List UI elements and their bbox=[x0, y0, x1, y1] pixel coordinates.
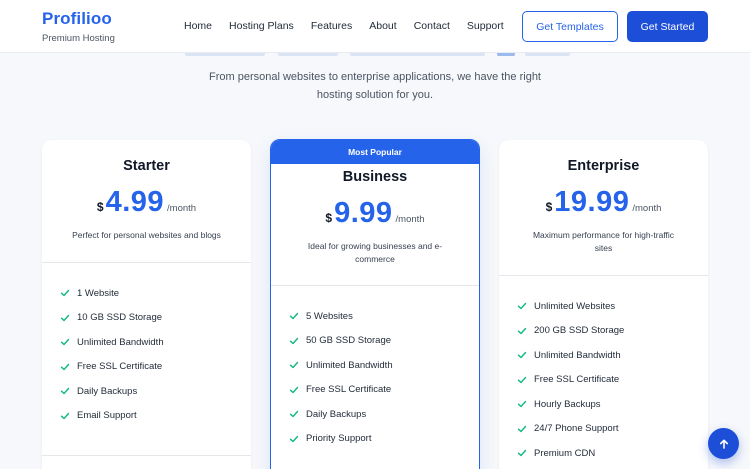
price-period: /month bbox=[632, 203, 662, 214]
check-icon bbox=[289, 337, 299, 344]
price-amount: 4.99 bbox=[105, 186, 165, 218]
check-icon bbox=[289, 362, 299, 369]
check-icon bbox=[289, 435, 299, 442]
feature-item: Hourly Backups bbox=[517, 392, 708, 417]
feature-item: 5 Websites bbox=[289, 304, 479, 329]
brand-tagline: Premium Hosting bbox=[42, 33, 115, 44]
feature-item: 50 GB SSD Storage bbox=[289, 329, 479, 354]
feature-item: 10 GB SSD Storage bbox=[60, 306, 251, 331]
price-period: /month bbox=[395, 214, 425, 225]
nav-features[interactable]: Features bbox=[311, 20, 352, 32]
feature-label: Priority Support bbox=[306, 433, 372, 445]
feature-item: 24/7 Phone Support bbox=[517, 417, 708, 442]
check-icon bbox=[517, 376, 527, 383]
feature-label: Unlimited Bandwidth bbox=[77, 336, 164, 348]
arrow-up-icon bbox=[719, 439, 728, 449]
brand[interactable]: Profilioo Premium Hosting bbox=[42, 9, 115, 44]
feature-label: Unlimited Websites bbox=[534, 300, 616, 312]
feature-label: 5 Websites bbox=[306, 310, 353, 322]
nav-about[interactable]: About bbox=[369, 20, 396, 32]
nav-home[interactable]: Home bbox=[184, 20, 212, 32]
feature-item: Free SSL Certificate bbox=[517, 368, 708, 393]
nav-hosting-plans[interactable]: Hosting Plans bbox=[229, 20, 294, 32]
feature-item: 1 Website bbox=[60, 281, 251, 306]
check-icon bbox=[517, 352, 527, 359]
currency-symbol: $ bbox=[96, 200, 104, 214]
plan-card-enterprise: Enterprise $ 19.99 /month Maximum perfor… bbox=[499, 140, 708, 469]
feature-item: Premium CDN bbox=[517, 441, 708, 466]
feature-label: Daily Backups bbox=[77, 385, 138, 397]
price-period: /month bbox=[167, 203, 197, 214]
price-amount: 9.99 bbox=[334, 197, 393, 229]
price: $ 4.99 /month bbox=[42, 186, 251, 219]
price: $ 9.99 /month bbox=[271, 197, 479, 230]
currency-symbol: $ bbox=[325, 211, 333, 225]
feature-item: Free SSL Certificate bbox=[289, 378, 479, 403]
check-icon bbox=[289, 386, 299, 393]
check-icon bbox=[60, 388, 70, 395]
price-amount: 19.99 bbox=[554, 186, 630, 218]
feature-item: Priority Support bbox=[289, 427, 479, 452]
check-icon bbox=[289, 313, 299, 320]
feature-label: Email Support bbox=[77, 410, 137, 422]
plan-description: Ideal for growing businesses and e-comme… bbox=[307, 241, 443, 264]
check-icon bbox=[60, 314, 70, 321]
feature-label: Daily Backups bbox=[306, 408, 367, 420]
plan-name: Business bbox=[342, 169, 408, 185]
feature-label: 50 GB SSD Storage bbox=[306, 335, 392, 347]
nav-contact[interactable]: Contact bbox=[414, 20, 450, 32]
plan-name: Starter bbox=[123, 158, 170, 174]
feature-item: 200 GB SSD Storage bbox=[517, 319, 708, 344]
feature-label: 1 Website bbox=[77, 287, 120, 299]
brand-name: Profilioo bbox=[42, 9, 112, 28]
site-header: Profilioo Premium Hosting Home Hosting P… bbox=[0, 0, 750, 53]
scroll-to-top-button[interactable] bbox=[708, 428, 739, 459]
plan-card-starter: Starter $ 4.99 /month Perfect for person… bbox=[42, 140, 251, 469]
feature-list: Unlimited Websites 200 GB SSD Storage Un… bbox=[499, 276, 708, 466]
feature-label: Unlimited Bandwidth bbox=[534, 349, 621, 361]
feature-list: 5 Websites 50 GB SSD Storage Unlimited B… bbox=[271, 286, 479, 451]
feature-item: Free SSL Certificate bbox=[60, 355, 251, 380]
check-icon bbox=[60, 339, 70, 346]
get-templates-button[interactable]: Get Templates bbox=[522, 11, 618, 42]
feature-label: Unlimited Bandwidth bbox=[306, 359, 393, 371]
check-icon bbox=[60, 412, 70, 419]
feature-label: 10 GB SSD Storage bbox=[77, 312, 163, 324]
check-icon bbox=[517, 450, 527, 457]
feature-item: Unlimited Bandwidth bbox=[517, 343, 708, 368]
divider bbox=[42, 455, 251, 456]
feature-label: 200 GB SSD Storage bbox=[534, 325, 625, 337]
check-icon bbox=[517, 303, 527, 310]
get-started-button[interactable]: Get Started bbox=[627, 11, 708, 42]
check-icon bbox=[60, 290, 70, 297]
check-icon bbox=[60, 363, 70, 370]
feature-label: Hourly Backups bbox=[534, 398, 601, 410]
feature-label: Free SSL Certificate bbox=[306, 384, 392, 396]
price: $ 19.99 /month bbox=[499, 186, 708, 219]
check-icon bbox=[289, 411, 299, 418]
feature-item: Unlimited Bandwidth bbox=[60, 330, 251, 355]
plan-description: Perfect for personal websites and blogs bbox=[72, 230, 221, 240]
plan-description: Maximum performance for high-traffic sit… bbox=[532, 230, 675, 253]
plan-card-business: Most Popular Business $ 9.99 /month Idea… bbox=[270, 139, 480, 469]
feature-label: Free SSL Certificate bbox=[534, 374, 620, 386]
currency-symbol: $ bbox=[545, 200, 553, 214]
check-icon bbox=[517, 425, 527, 432]
feature-label: Premium CDN bbox=[534, 447, 596, 459]
feature-item: Unlimited Bandwidth bbox=[289, 353, 479, 378]
main-nav: Home Hosting Plans Features About Contac… bbox=[184, 20, 521, 32]
feature-item: Daily Backups bbox=[289, 402, 479, 427]
check-icon bbox=[517, 401, 527, 408]
feature-list: 1 Website 10 GB SSD Storage Unlimited Ba… bbox=[42, 263, 251, 428]
plan-name: Enterprise bbox=[567, 158, 640, 174]
check-icon bbox=[517, 327, 527, 334]
most-popular-badge: Most Popular bbox=[271, 140, 479, 164]
hero-subtitle: From personal websites to enterprise app… bbox=[208, 71, 541, 101]
feature-item: Email Support bbox=[60, 404, 251, 429]
nav-support[interactable]: Support bbox=[467, 20, 504, 32]
feature-label: 24/7 Phone Support bbox=[534, 423, 619, 435]
feature-item: Daily Backups bbox=[60, 379, 251, 404]
feature-item: Unlimited Websites bbox=[517, 294, 708, 319]
feature-label: Free SSL Certificate bbox=[77, 361, 163, 373]
